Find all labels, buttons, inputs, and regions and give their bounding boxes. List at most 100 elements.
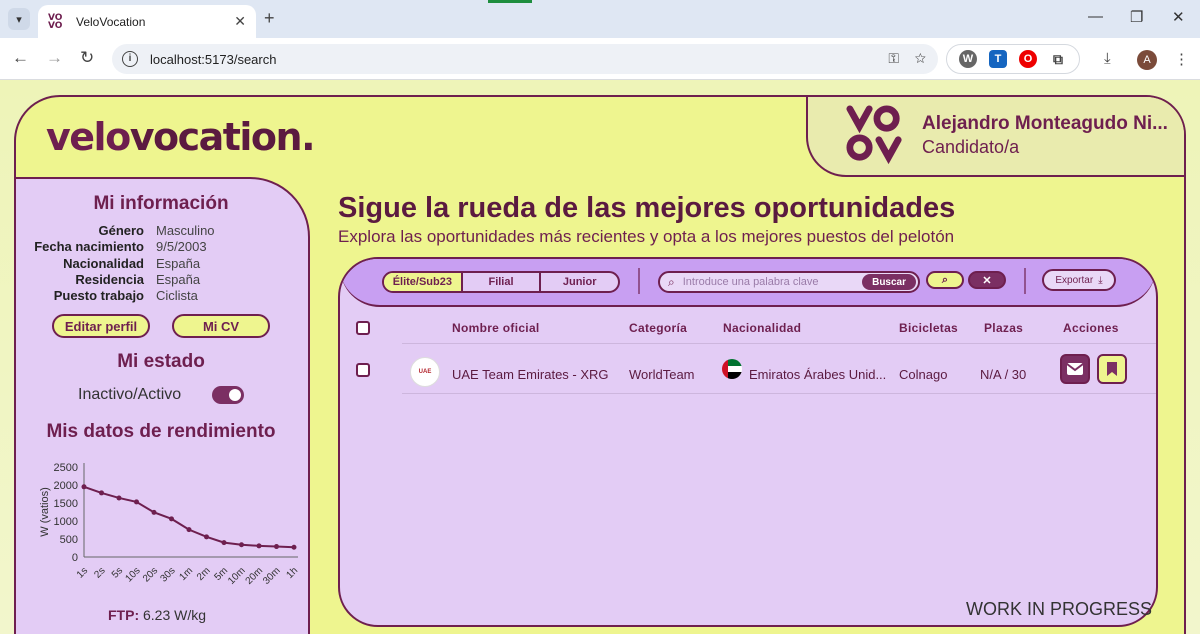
x-tick-label: 10m — [226, 565, 248, 587]
column-header-actions: Acciones — [1063, 321, 1119, 335]
search-input[interactable]: Introduce una palabra clave — [683, 276, 862, 288]
page-subtitle: Explora las oportunidades más recientes … — [338, 227, 955, 246]
extension-t-icon[interactable]: T — [989, 50, 1007, 68]
favicon-icon: VO VO — [48, 12, 63, 31]
extension-w-icon[interactable]: W — [959, 50, 977, 68]
forward-icon[interactable]: → — [46, 48, 63, 68]
my-cv-button[interactable]: Mi CV — [172, 314, 270, 338]
team-logo: UAE — [410, 357, 440, 387]
panel-toolbar: Élite/Sub23 Filial Junior ⌕ Introduce un… — [340, 259, 1156, 307]
tab-title: VeloVocation — [76, 14, 146, 29]
download-icon[interactable]: ⤓ — [1104, 50, 1111, 67]
x-tick-label: 2s — [92, 565, 107, 580]
row-divider — [402, 393, 1156, 394]
tab-filial[interactable]: Filial — [463, 273, 542, 291]
tab-search-menu-icon[interactable]: ▾ — [8, 8, 30, 30]
info-label: Residencia — [75, 271, 144, 287]
team-category: WorldTeam — [629, 367, 695, 382]
password-key-icon[interactable]: ⚿ — [888, 50, 899, 66]
browser-tab-bar: ▾ VO VO VeloVocation ✕ + — ❐ ✕ — [0, 0, 1200, 38]
minimize-icon[interactable]: — — [1088, 8, 1103, 25]
menu-dots-icon[interactable]: ⋮ — [1174, 50, 1189, 68]
sidebar: Mi información Género Masculino Fecha nac… — [16, 177, 310, 634]
column-header-nationality[interactable]: Nacionalidad — [723, 321, 801, 335]
export-button[interactable]: Exportar ⤓ — [1042, 269, 1116, 291]
extensions-puzzle-icon[interactable]: ⧉ — [1049, 50, 1067, 68]
magnifier-icon: ⌕ — [941, 273, 949, 286]
x-tick-label: 1m — [178, 565, 196, 583]
close-window-icon[interactable]: ✕ — [1172, 8, 1185, 26]
site-info-icon[interactable]: i — [122, 51, 138, 67]
performance-title: Mis datos de rendimiento — [46, 421, 276, 442]
app-logo[interactable]: velovocation. — [46, 115, 316, 159]
status-title: Mi estado — [117, 351, 205, 372]
status-toggle[interactable] — [212, 386, 244, 404]
row-checkbox[interactable] — [356, 363, 370, 377]
clear-search-button[interactable]: ✕ — [968, 271, 1006, 289]
x-tick-label: 5s — [110, 565, 125, 580]
y-tick-label: 2000 — [54, 480, 78, 492]
uae-flag-icon — [722, 359, 742, 379]
x-tick-label: 30s — [158, 565, 177, 584]
data-point — [291, 544, 297, 550]
edit-profile-button[interactable]: Editar perfil — [52, 314, 150, 338]
info-label: Género — [98, 223, 144, 238]
y-tick-label: 1500 — [54, 498, 78, 510]
data-point — [116, 495, 122, 501]
close-tab-icon[interactable]: ✕ — [234, 13, 246, 30]
column-header-name[interactable]: Nombre oficial — [452, 321, 540, 335]
restore-icon[interactable]: ❐ — [1130, 8, 1143, 26]
data-point — [169, 516, 174, 522]
team-nationality: Emiratos Árabes Unid... — [749, 367, 887, 382]
save-bookmark-button[interactable] — [1097, 354, 1127, 384]
team-slots: N/A / 30 — [980, 367, 1027, 382]
column-header-slots[interactable]: Plazas — [984, 321, 1023, 335]
x-tick-label: 2m — [195, 565, 213, 583]
extensions-group: W T O ⧉ — [946, 44, 1080, 74]
brand-mark-icon — [846, 105, 902, 165]
user-card[interactable]: Alejandro Monteagudo Ni... Candidato/a — [806, 97, 1184, 177]
ftp-label: FTP: — [108, 607, 140, 623]
data-point — [134, 499, 139, 505]
omnibox-actions: ⚿ ☆ — [888, 50, 926, 67]
page: velovocation. Alejandro Monteagudo Ni...… — [0, 80, 1200, 634]
y-tick-label: 500 — [60, 534, 78, 546]
search-button[interactable]: Buscar — [862, 274, 916, 290]
back-icon[interactable]: ← — [12, 48, 29, 68]
info-row-residence: Residencia España — [16, 272, 306, 288]
data-point — [186, 527, 192, 533]
ftp-readout: FTP: 6.23 W/kg — [108, 607, 206, 623]
column-header-category[interactable]: Categoría — [629, 321, 687, 335]
y-tick-label: 0 — [72, 552, 78, 564]
advanced-search-button[interactable]: ⌕ — [926, 271, 964, 289]
bookmark-star-icon[interactable]: ☆ — [915, 50, 926, 66]
ftp-value: 6.23 W/kg — [143, 607, 207, 623]
browser-tab[interactable]: VO VO VeloVocation ✕ — [38, 5, 256, 38]
info-value: Ciclista — [156, 288, 198, 304]
data-point — [151, 509, 157, 515]
toolbar-divider — [638, 268, 640, 294]
extension-opera-icon[interactable]: O — [1019, 50, 1037, 68]
power-curve-line — [83, 485, 295, 549]
info-row-birthdate: Fecha nacimiento 9/5/2003 — [16, 239, 306, 255]
contact-button[interactable] — [1060, 354, 1090, 384]
data-point — [256, 543, 262, 549]
address-bar[interactable]: i localhost:5173/search ⚿ ☆ — [112, 44, 938, 74]
data-point — [99, 490, 104, 496]
user-name: Alejandro Monteagudo Ni... — [922, 113, 1168, 134]
tab-elite-sub23[interactable]: Élite/Sub23 — [384, 273, 463, 291]
profile-avatar[interactable]: A — [1137, 50, 1157, 70]
user-role: Candidato/a — [922, 137, 1020, 157]
team-name[interactable]: UAE Team Emirates - XRG — [452, 367, 609, 382]
search-panel: Élite/Sub23 Filial Junior ⌕ Introduce un… — [338, 257, 1158, 627]
tab-junior[interactable]: Junior — [541, 273, 618, 291]
column-header-bikes[interactable]: Bicicletas — [899, 321, 958, 335]
data-point — [239, 542, 244, 548]
data-point — [221, 540, 227, 546]
bookmark-icon — [1107, 362, 1117, 376]
new-tab-icon[interactable]: + — [264, 8, 275, 29]
reload-icon[interactable]: ↻ — [80, 48, 94, 68]
select-all-checkbox[interactable] — [356, 321, 370, 335]
info-label: Nacionalidad — [63, 255, 144, 271]
y-axis-label: W (vatios) — [39, 487, 51, 537]
